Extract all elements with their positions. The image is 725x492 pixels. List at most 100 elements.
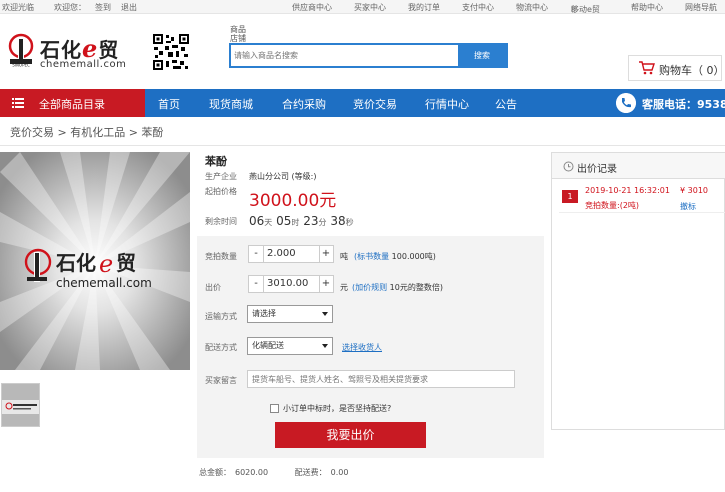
product-thumbnail-graphic bbox=[2, 384, 39, 426]
sinopec-logo-icon: SINOPEC bbox=[8, 33, 34, 67]
quantity-note: (标书数量 100.000吨) bbox=[354, 251, 436, 262]
quantity-minus-button[interactable]: - bbox=[249, 246, 263, 262]
hotline-label: 客服电话：9538 bbox=[642, 98, 725, 111]
svg-text:chememall.com: chememall.com bbox=[56, 276, 152, 290]
nav-spot-mall[interactable]: 现货商城 bbox=[209, 96, 253, 112]
nav-contract-purchase[interactable]: 合约采购 bbox=[282, 96, 326, 112]
total-amount-value: 6020.00 bbox=[235, 468, 269, 477]
start-price-label: 起拍价格 bbox=[205, 187, 237, 196]
minutes-unit: 分 bbox=[318, 218, 327, 227]
search-input[interactable] bbox=[231, 45, 460, 66]
product-name: 苯酚 bbox=[205, 155, 227, 168]
bid-quantity-label: 竞拍数量 bbox=[205, 252, 237, 261]
price-unit: 元 bbox=[340, 283, 348, 292]
logo-url: chememall.com bbox=[40, 59, 127, 70]
site-nav-link[interactable]: 网络导航 bbox=[685, 2, 717, 13]
bid-quantity-stepper: - 2.000 + bbox=[248, 245, 334, 263]
search-tab-goods[interactable]: 商品 bbox=[230, 25, 246, 34]
insist-delivery-checkbox[interactable] bbox=[270, 404, 279, 413]
price-plus-button[interactable]: + bbox=[319, 276, 333, 292]
my-orders-link[interactable]: 我的订单 bbox=[408, 2, 440, 13]
delivery-select[interactable]: 化辆配送 bbox=[247, 337, 333, 355]
payment-center-link[interactable]: 支付中心 bbox=[462, 2, 494, 13]
cart-icon bbox=[639, 61, 655, 75]
cart-button[interactable]: 购物车（ 0） bbox=[628, 55, 725, 81]
transport-select-value: 请选择 bbox=[252, 309, 276, 318]
help-center-link[interactable]: 帮助中心 bbox=[631, 2, 663, 13]
mobile-link-label: 移动e贸 bbox=[571, 5, 600, 14]
countdown-hours: 05 bbox=[276, 214, 292, 228]
delivery-fee-label: 配送费： bbox=[294, 468, 327, 477]
welcome-text: 欢迎光临 bbox=[2, 3, 34, 12]
bid-record-row: 1 2019-10-21 16:32:01 ¥ 3010 竞拍数量:(2吨) 撤… bbox=[559, 183, 725, 213]
choose-consignee-link[interactable]: 选择收货人 bbox=[342, 342, 382, 353]
quantity-unit: 吨 bbox=[340, 252, 348, 261]
bid-price-label: 出价 bbox=[205, 283, 221, 292]
nav-bidding[interactable]: 竞价交易 bbox=[353, 96, 397, 112]
product-image-graphic: 石化 e 贸 chememall.com bbox=[0, 152, 190, 370]
svg-text:石化: 石化 bbox=[55, 251, 96, 275]
quantity-input[interactable]: 2.000 bbox=[263, 246, 320, 262]
delivery-select-value: 化辆配送 bbox=[252, 341, 284, 350]
cart-label: 购物车（ 0） bbox=[659, 64, 725, 77]
bid-price: ¥ 3010 bbox=[680, 186, 708, 195]
bid-record-title: 出价记录 bbox=[577, 164, 617, 175]
withdraw-bid-link[interactable]: 撤标 bbox=[680, 201, 696, 212]
remaining-time-label: 剩余时间 bbox=[205, 217, 237, 226]
countdown-minutes: 23 bbox=[303, 214, 319, 228]
bid-price-stepper: - 3010.00 + bbox=[248, 275, 334, 293]
bid-quantity: 竞拍数量:(2吨) bbox=[585, 201, 640, 210]
price-minus-button[interactable]: - bbox=[249, 276, 263, 292]
buyer-memo-label: 买家留言 bbox=[205, 376, 237, 385]
price-input[interactable]: 3010.00 bbox=[263, 276, 320, 292]
nav-market-center[interactable]: 行情中心 bbox=[425, 96, 469, 112]
qr-code-icon bbox=[153, 34, 189, 70]
bid-record-panel: 出价记录 1 2019-10-21 16:32:01 ¥ 3010 竞拍数量:(… bbox=[551, 152, 725, 430]
total-amount-label: 总金额： bbox=[199, 468, 231, 477]
seconds-unit: 秒 bbox=[345, 218, 354, 227]
all-categories-label: 全部商品目录 bbox=[39, 98, 105, 111]
product-thumbnail[interactable] bbox=[1, 383, 40, 427]
tender-quantity-value: 100.000吨) bbox=[389, 252, 436, 261]
place-bid-button[interactable]: 我要出价 bbox=[275, 422, 426, 448]
bid-time: 2019-10-21 16:32:01 bbox=[585, 186, 670, 195]
history-icon bbox=[563, 161, 574, 172]
nav-home[interactable]: 首页 bbox=[158, 96, 180, 112]
supplier-center-link[interactable]: 供应商中心 bbox=[292, 2, 332, 13]
search-button[interactable]: 搜索 bbox=[458, 45, 506, 66]
countdown: 06天 05时 23分 38秒 bbox=[249, 214, 354, 228]
price-note: (加价规则 10元的整数倍) bbox=[352, 282, 443, 293]
producer-value: 燕山分公司 (等级:) bbox=[249, 172, 317, 181]
transport-select[interactable]: 请选择 bbox=[247, 305, 333, 323]
buyer-memo-input[interactable] bbox=[247, 370, 515, 388]
top-bar: 欢迎光临 欢迎您： 签到 退出 供应商中心 买家中心 我的订单 支付中心 物流中… bbox=[0, 0, 725, 14]
totals: 总金额： 6020.00 配送费： 0.00 bbox=[199, 467, 348, 478]
breadcrumb: 竞价交易 > 有机化工品 > 苯酚 bbox=[10, 126, 164, 139]
chevron-down-icon bbox=[322, 312, 328, 316]
buyer-center-link[interactable]: 买家中心 bbox=[354, 2, 386, 13]
logout-link[interactable]: 退出 bbox=[121, 2, 137, 13]
start-price: 3000.00元 bbox=[249, 191, 337, 211]
quantity-plus-button[interactable]: + bbox=[319, 246, 333, 262]
all-categories-button[interactable]: 全部商品目录 bbox=[0, 89, 145, 117]
product-image: 石化 e 贸 chememall.com bbox=[0, 152, 190, 370]
tender-quantity-link[interactable]: (标书数量 bbox=[354, 252, 389, 261]
bid-rank-badge: 1 bbox=[562, 190, 578, 203]
insist-delivery-label: 小订单中标时，是否坚持配送? bbox=[283, 404, 392, 413]
phone-icon bbox=[616, 93, 636, 113]
menu-icon bbox=[12, 98, 24, 108]
bid-panel: 竞拍数量 - 2.000 + 吨 (标书数量 100.000吨) 出价 - 30… bbox=[197, 236, 544, 458]
markup-rule-link[interactable]: (加价规则 bbox=[352, 283, 387, 292]
nav-announcements[interactable]: 公告 bbox=[495, 96, 517, 112]
delivery-label: 配送方式 bbox=[205, 343, 237, 352]
bid-record-header: 出价记录 bbox=[552, 153, 725, 179]
countdown-seconds: 38 bbox=[330, 214, 346, 228]
logistics-center-link[interactable]: 物流中心 bbox=[516, 2, 548, 13]
days-unit: 天 bbox=[264, 218, 273, 227]
producer-label: 生产企业 bbox=[205, 172, 237, 181]
divider bbox=[0, 145, 725, 146]
checkin-link[interactable]: 签到 bbox=[95, 2, 111, 13]
search-tabs: 商品 店铺 bbox=[230, 25, 246, 43]
hours-unit: 时 bbox=[291, 218, 300, 227]
search-tab-shop[interactable]: 店铺 bbox=[230, 34, 246, 43]
